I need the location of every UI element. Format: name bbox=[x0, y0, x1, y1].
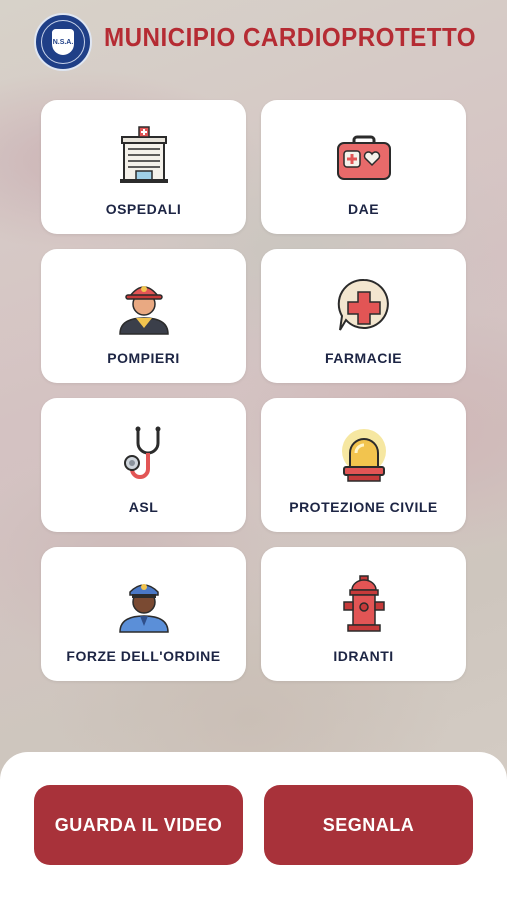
services-grid: OSPEDALI DAE POMPIERI FARMACIE ASL PROTE… bbox=[41, 100, 467, 681]
fire-hydrant-icon bbox=[342, 575, 385, 632]
service-label: ASL bbox=[128, 499, 159, 515]
service-card-ospedali[interactable]: OSPEDALI bbox=[41, 100, 246, 234]
service-label: POMPIERI bbox=[107, 350, 180, 366]
page-title: MUNICIPIO CARDIOPROTETTO bbox=[104, 22, 477, 52]
service-card-farmacie[interactable]: FARMACIE bbox=[261, 249, 466, 383]
service-card-forze-dell-ordine[interactable]: FORZE DELL'ORDINE bbox=[41, 547, 246, 681]
service-label: PROTEZIONE CIVILE bbox=[289, 499, 438, 515]
police-officer-icon bbox=[118, 584, 169, 633]
nsa-logo: N.S.A. bbox=[34, 13, 92, 71]
service-card-dae[interactable]: DAE bbox=[261, 100, 466, 234]
siren-icon bbox=[341, 429, 386, 482]
service-label: OSPEDALI bbox=[105, 201, 182, 217]
hospital-icon bbox=[119, 126, 168, 183]
report-button[interactable]: SEGNALA bbox=[264, 785, 473, 865]
service-label: IDRANTI bbox=[333, 648, 394, 664]
stethoscope-icon bbox=[123, 426, 160, 479]
service-label: FORZE DELL'ORDINE bbox=[66, 648, 221, 664]
pharmacy-cross-icon bbox=[337, 278, 389, 331]
service-card-asl[interactable]: ASL bbox=[41, 398, 246, 532]
service-card-idranti[interactable]: IDRANTI bbox=[261, 547, 466, 681]
firefighter-icon bbox=[118, 286, 169, 335]
service-card-protezione-civile[interactable]: PROTEZIONE CIVILE bbox=[261, 398, 466, 532]
app-header: N.S.A. MUNICIPIO CARDIOPROTETTO bbox=[0, 0, 507, 86]
service-label: FARMACIE bbox=[324, 350, 403, 366]
service-label: DAE bbox=[347, 201, 380, 217]
service-card-pompieri[interactable]: POMPIERI bbox=[41, 249, 246, 383]
watch-video-button[interactable]: GUARDA IL VIDEO bbox=[34, 785, 243, 865]
defibrillator-icon bbox=[336, 135, 391, 180]
